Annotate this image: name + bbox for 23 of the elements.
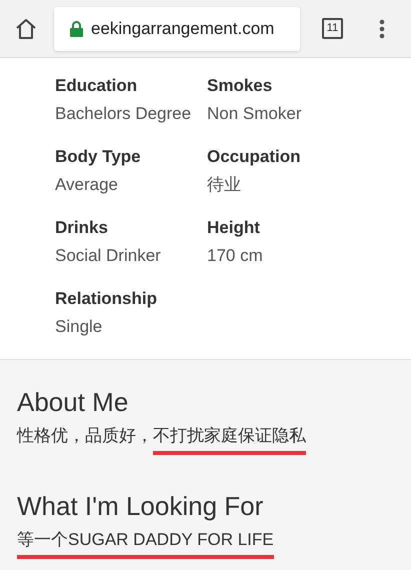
detail-value: 170 cm	[207, 245, 264, 267]
menu-icon[interactable]	[379, 18, 385, 38]
detail-value: Social Drinker	[55, 245, 162, 267]
detail-label: Smokes	[207, 75, 274, 97]
detail-label: Height	[207, 217, 261, 239]
tab-count[interactable]: 11	[322, 18, 343, 39]
detail-label: Relationship	[55, 288, 158, 310]
section-heading: What I'm Looking For	[17, 490, 264, 522]
address-bar[interactable]: eekingarrangement.com	[54, 6, 300, 50]
detail-value: Average	[55, 174, 120, 196]
detail-label: Education	[55, 75, 138, 97]
detail-label: Drinks	[55, 217, 109, 239]
url-text[interactable]: eekingarrangement.com	[91, 16, 274, 42]
home-icon[interactable]	[14, 16, 38, 40]
detail-label: Body Type	[55, 146, 142, 168]
section-text: 性格优，品质好，不打扰家庭保证隐私	[17, 424, 306, 458]
detail-value: Bachelors Degree	[55, 103, 192, 125]
section-heading: About Me	[17, 386, 130, 418]
section-text: 等一个SUGAR DADDY FOR LIFE	[17, 528, 274, 562]
detail-label: Occupation	[207, 146, 302, 168]
detail-value: Single	[55, 316, 104, 338]
detail-value: 待业	[207, 174, 242, 196]
detail-value: Non Smoker	[207, 103, 302, 125]
